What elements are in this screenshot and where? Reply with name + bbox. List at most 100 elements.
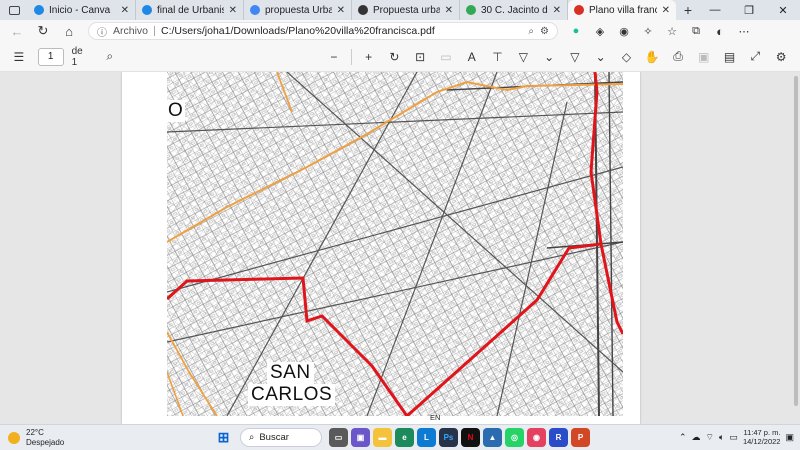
notifications-icon[interactable]: ▣ [785,432,794,443]
teams-icon[interactable]: ▣ [351,428,370,447]
tab-4[interactable]: Propuesta urbana ✕ [352,0,460,20]
tab-5[interactable]: 30 C. Jacinto de la ✕ [460,0,568,20]
info-icon[interactable]: ⓘ [97,24,107,39]
avatar[interactable]: ◐ [708,20,732,42]
close-tab-icon[interactable]: ✕ [121,5,129,16]
divider [154,26,156,36]
highlight-options-icon[interactable]: ⌄ [588,44,614,70]
date: 14/12/2022 [742,437,781,446]
weather-temp: 22°C [26,428,44,437]
tab-label: Propuesta urbana [373,4,440,16]
taskbar-apps: ⊞ ⌕ Buscar ▭ ▣ ▬ e L Ps N ▲ ◎ ◉ R P [214,428,590,447]
google-icon [250,5,260,15]
weather-widget[interactable]: 22°C Despejado [8,428,64,448]
scrollbar[interactable] [794,76,798,406]
more-icon[interactable]: ⋯ [732,20,756,42]
close-tab-icon[interactable]: ✕ [662,5,670,16]
touch-icon[interactable]: ✋ [639,44,665,70]
highlight-icon[interactable]: ▽ [562,44,588,70]
refresh-icon[interactable]: ↻ [30,20,56,42]
map-label-o: O [166,100,186,122]
page-number-input[interactable]: 1 [37,47,64,66]
extensions-icon[interactable]: ✧ [636,20,660,42]
tab-actions-icon[interactable] [0,0,28,20]
tab-1[interactable]: Inicio - Canva ✕ [28,0,136,20]
powerpoint-icon[interactable]: P [571,428,590,447]
grammarly-icon[interactable]: ● [564,20,588,42]
add-text-icon[interactable]: ⊤ [485,44,511,70]
favorites-icon[interactable]: ☆ [660,20,684,42]
cloud-icon[interactable]: ☁ [692,432,701,443]
url-text[interactable]: C:/Users/joha1/Downloads/Plano%20villa%2… [161,25,522,37]
taskbar-search[interactable]: ⌕ Buscar [240,428,322,447]
close-tab-icon[interactable]: ✕ [337,5,345,16]
system-tray: ⌃ ☁ ⌔ 🔈︎ ▭ 11:47 p. m. 14/12/2022 ▣ [679,428,794,446]
tab-6[interactable]: Plano villa francisca ✕ [568,0,676,20]
rotate-icon[interactable]: ↻ [382,44,408,70]
contents-icon[interactable]: ☰ [6,44,32,70]
netflix-icon[interactable]: N [461,428,480,447]
canva-icon [34,5,44,15]
draw-icon[interactable]: ▽ [510,44,536,70]
fullscreen-icon[interactable]: ⤢ [742,44,768,70]
extension-icon[interactable]: ◈ [588,20,612,42]
instagram-icon[interactable]: ◉ [527,428,546,447]
collections-icon[interactable]: ⧉ [684,20,708,42]
minimize-icon[interactable]: — [698,0,732,20]
network-icon[interactable]: ⌔ [706,432,714,443]
maximize-icon[interactable]: ❐ [732,0,766,20]
draw-options-icon[interactable]: ⌄ [536,44,562,70]
search-label: Buscar [259,432,289,443]
start-icon[interactable]: ⊞ [214,428,233,447]
site-permissions-icon[interactable]: ⚙ [540,26,549,37]
task-view-icon[interactable]: ▭ [329,428,348,447]
moon-icon [8,432,20,444]
close-tab-icon[interactable]: ✕ [553,5,561,16]
scheme-label: Archivo [113,25,149,37]
edge-icon[interactable]: e [395,428,414,447]
volume-icon[interactable]: 🔈︎ [719,432,724,443]
search-icon[interactable]: ⌕ [528,26,534,37]
tab-2[interactable]: final de Urbanismo ✕ [136,0,244,20]
url-field[interactable]: ⓘ Archivo C:/Users/joha1/Downloads/Plano… [88,22,558,40]
new-tab-button[interactable]: + [676,0,700,20]
close-tab-icon[interactable]: ✕ [229,5,237,16]
eraser-icon[interactable]: ◇ [614,44,640,70]
tab-bar: Inicio - Canva✕final de Urbanismo✕propue… [0,0,800,20]
fit-page-icon[interactable]: ⊡ [407,44,433,70]
settings-icon[interactable]: ⚙ [768,44,794,70]
zoom-out-icon[interactable]: − [321,44,347,70]
file-explorer-icon[interactable]: ▬ [373,428,392,447]
close-window-icon[interactable]: ✕ [766,0,800,20]
pdf-page: O SAN CARLOS [122,72,640,424]
window-controls: — ❐ ✕ [698,0,800,20]
read-aloud-icon[interactable]: A [459,44,485,70]
screen: Inicio - Canva✕final de Urbanismo✕propue… [0,0,800,450]
battery-icon[interactable]: ▭ [729,432,738,443]
tab-label: final de Urbanismo [157,4,224,16]
back-icon[interactable]: ← [4,20,30,42]
chevron-up-icon[interactable]: ⌃ [679,432,687,443]
print-icon[interactable]: ⎙ [665,44,691,70]
clock[interactable]: 11:47 p. m. 14/12/2022 [743,428,781,446]
save-icon[interactable]: ▣ [691,44,717,70]
tab-3[interactable]: propuesta Urbana ✕ [244,0,352,20]
zoom-in-icon[interactable]: + [356,44,382,70]
app-icon[interactable]: R [549,428,568,447]
tab-label: Plano villa francisca [589,4,657,16]
close-tab-icon[interactable]: ✕ [445,5,453,16]
extension-icon[interactable]: ◉ [612,20,636,42]
home-icon[interactable]: ⌂ [56,20,82,42]
whatsapp-icon[interactable]: ◎ [505,428,524,447]
weather-desc: Despejado [26,438,65,447]
page-view-icon[interactable]: ▭ [433,44,459,70]
photos-icon[interactable]: ▲ [483,428,502,447]
ime-indicator[interactable]: EN [430,413,440,422]
photoshop-icon[interactable]: Ps [439,428,458,447]
save-as-icon[interactable]: ▤ [717,44,743,70]
pdf-toolbar: ☰ 1 de 1 ⌕ − + ↻ ⊡ ▭ A ⊤ ▽ ⌄ ▽ ⌄ ◇ ✋ ⎙ ▣… [0,42,800,72]
pdf-viewer[interactable]: O SAN CARLOS [0,72,800,424]
issuu-icon [358,5,368,15]
store-icon[interactable]: L [417,428,436,447]
find-icon[interactable]: ⌕ [97,44,123,70]
